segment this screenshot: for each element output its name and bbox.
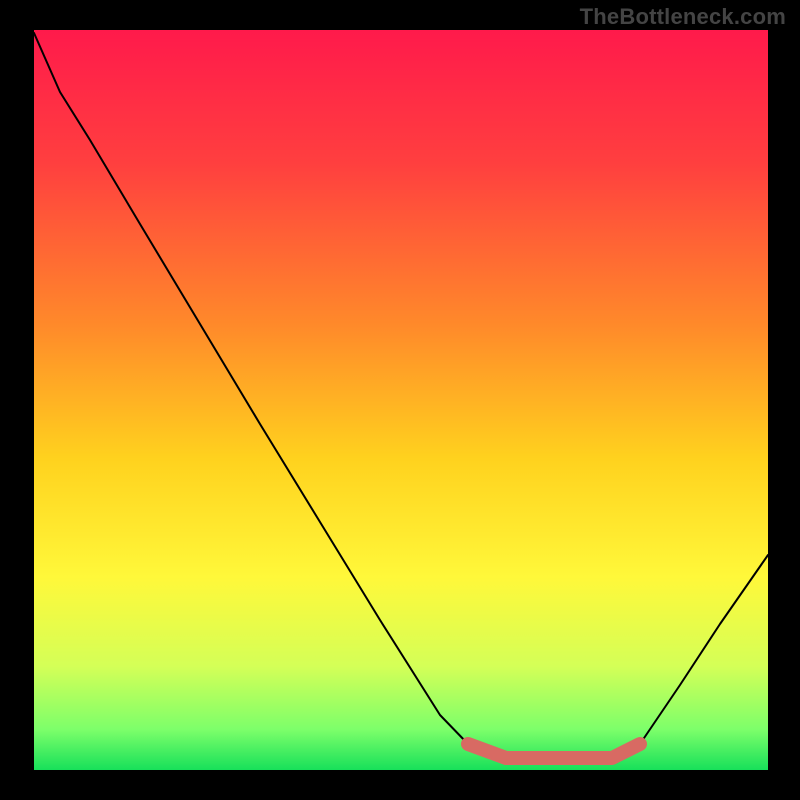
plot-background	[34, 30, 768, 770]
bottleneck-chart	[0, 0, 800, 800]
chart-frame: TheBottleneck.com	[0, 0, 800, 800]
watermark-text: TheBottleneck.com	[580, 4, 786, 30]
